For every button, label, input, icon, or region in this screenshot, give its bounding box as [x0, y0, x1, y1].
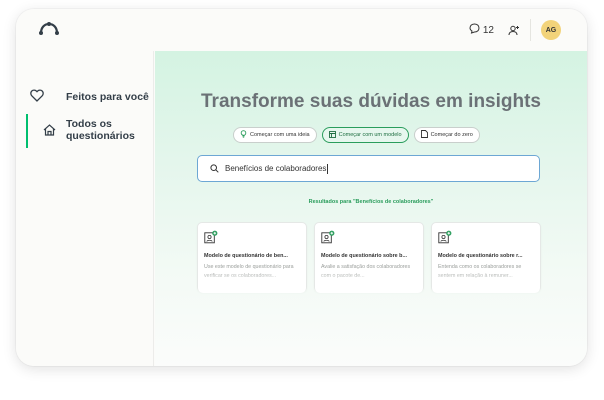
search-icon	[210, 160, 219, 178]
app-window: 12 AG Feitos para você Todos os question…	[16, 9, 587, 366]
sidebar-item-label: Feitos para você	[66, 91, 149, 103]
document-icon	[420, 130, 428, 140]
top-bar: 12 AG	[16, 9, 587, 51]
card-fade	[315, 269, 423, 293]
card-title: Modelo de questionário sobre b...	[321, 253, 407, 259]
card-title: Modelo de questionário sobre r...	[438, 253, 523, 259]
start-options: Começar com uma ideia Começar com um mod…	[233, 127, 480, 143]
divider	[530, 19, 531, 41]
card-fade	[432, 269, 540, 293]
results-label: Resultados para "Benefícios de colaborad…	[308, 199, 434, 205]
template-icon	[328, 130, 336, 140]
survey-template-icon	[438, 230, 452, 248]
pill-label: Começar do zero	[430, 132, 473, 138]
surveymonkey-logo-icon[interactable]	[38, 21, 60, 40]
card-title: Modelo de questionário de ben...	[204, 253, 288, 259]
sidebar-item-made-for-you[interactable]: Feitos para você	[16, 89, 154, 103]
lightbulb-icon	[240, 130, 247, 140]
card-fade	[198, 269, 306, 293]
add-user-icon[interactable]	[508, 25, 520, 36]
template-results: Modelo de questionário de ben... Use est…	[197, 222, 541, 293]
main-content: Transforme suas dúvidas em insights Come…	[155, 51, 587, 366]
search-value: Benefícios de colaboradores	[225, 164, 327, 173]
start-with-idea-button[interactable]: Começar com uma ideia	[233, 127, 317, 143]
template-card[interactable]: Modelo de questionário sobre b... Avalie…	[314, 222, 424, 293]
search-input[interactable]: Benefícios de colaboradores	[197, 155, 540, 182]
avatar[interactable]: AG	[541, 20, 561, 40]
text-caret	[327, 163, 329, 174]
comment-count: 12	[482, 24, 494, 36]
heart-icon	[30, 89, 44, 107]
survey-template-icon	[321, 230, 335, 248]
survey-template-icon	[204, 230, 218, 248]
sidebar-item-all-surveys[interactable]: Todos os questionários	[16, 118, 154, 146]
template-card[interactable]: Modelo de questionário de ben... Use est…	[197, 222, 307, 293]
pill-label: Começar com uma ideia	[250, 132, 310, 138]
pill-label: Começar com um modelo	[338, 132, 402, 138]
start-with-template-button[interactable]: Começar com um modelo	[321, 127, 409, 143]
comment-icon	[469, 23, 480, 37]
page-title: Transforme suas dúvidas em insights	[201, 91, 541, 112]
comments-button[interactable]: 12	[469, 23, 494, 37]
template-card[interactable]: Modelo de questionário sobre r... Entend…	[431, 222, 541, 293]
sidebar: Feitos para você Todos os questionários	[16, 51, 154, 366]
top-right-actions: 12 AG	[469, 19, 561, 41]
sidebar-item-label: Todos os questionários	[66, 118, 135, 142]
start-from-scratch-button[interactable]: Começar do zero	[413, 127, 480, 143]
home-icon	[43, 123, 56, 141]
